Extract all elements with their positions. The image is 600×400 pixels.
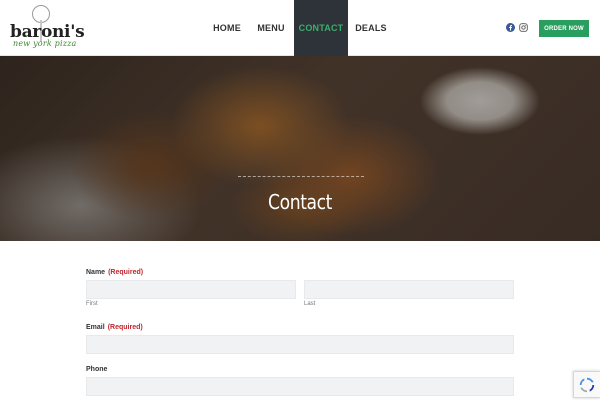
phone-field[interactable] — [86, 377, 514, 396]
first-name-field[interactable] — [86, 280, 296, 299]
hero-banner: Contact — [0, 56, 600, 241]
nav-deals[interactable]: DEALS — [348, 0, 394, 56]
page-title: Contact — [268, 190, 332, 214]
recaptcha-badge[interactable] — [573, 371, 600, 398]
nav-home[interactable]: HOME — [206, 0, 248, 56]
instagram-icon[interactable] — [518, 22, 529, 33]
baronis-logo[interactable]: baroni's new york pizza — [10, 4, 85, 52]
facebook-icon[interactable] — [505, 22, 516, 33]
last-name-field[interactable] — [304, 280, 514, 299]
email-field[interactable] — [86, 335, 514, 354]
email-required-marker: (Required) — [107, 324, 143, 331]
name-required-marker: (Required) — [108, 269, 144, 276]
email-label-text: Email — [86, 324, 105, 331]
recaptcha-icon — [579, 377, 595, 392]
order-now-button[interactable]: ORDER NOW — [539, 20, 589, 37]
nav-contact[interactable]: CONTACT — [294, 0, 348, 56]
main-nav: HOME MENU CONTACT DEALS — [206, 0, 394, 56]
hero-divider — [238, 176, 364, 177]
nav-menu[interactable]: MENU — [248, 0, 294, 56]
first-sublabel: First — [86, 301, 98, 307]
email-label: Email (Required) — [86, 324, 143, 331]
logo-tagline: new york pizza — [13, 39, 77, 48]
site-header: baroni's new york pizza HOME MENU CONTAC… — [0, 0, 600, 56]
last-sublabel: Last — [304, 301, 316, 307]
name-label-text: Name — [86, 269, 106, 276]
name-label: Name (Required) — [86, 269, 143, 276]
phone-label: Phone — [86, 366, 108, 373]
